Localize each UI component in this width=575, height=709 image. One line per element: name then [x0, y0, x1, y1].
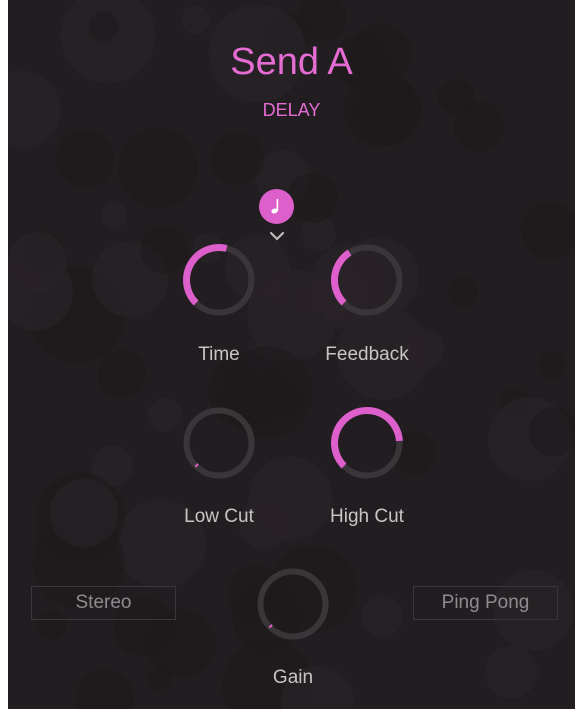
knob-label-low-cut: Low Cut	[184, 506, 254, 527]
knob-time[interactable]	[181, 242, 257, 318]
knob-label-time: Time	[198, 344, 240, 365]
knob-label-gain: Gain	[272, 667, 314, 688]
knob-feedback[interactable]	[329, 242, 405, 318]
knob-gain[interactable]	[255, 566, 331, 642]
knob-label-feedback: Feedback	[325, 344, 409, 365]
effect-type-label: DELAY	[262, 100, 321, 120]
knob-low-cut[interactable]	[181, 405, 257, 481]
knob-value-arc	[183, 244, 228, 306]
music-note-icon	[271, 199, 279, 214]
knob-value-arc	[331, 407, 403, 469]
ping-pong-button[interactable]: Ping Pong	[413, 586, 558, 620]
knob-label-high-cut: High Cut	[330, 506, 404, 527]
page-title: Send A	[230, 41, 353, 83]
delay-panel: Send A DELAY Time Feedback Low Cut High …	[8, 0, 575, 709]
chevron-down-icon[interactable]	[269, 231, 285, 241]
tempo-sync-button[interactable]	[259, 189, 294, 224]
stereo-button[interactable]: Stereo	[31, 586, 176, 620]
knob-value-arc	[331, 249, 352, 306]
knob-high-cut[interactable]	[329, 405, 405, 481]
